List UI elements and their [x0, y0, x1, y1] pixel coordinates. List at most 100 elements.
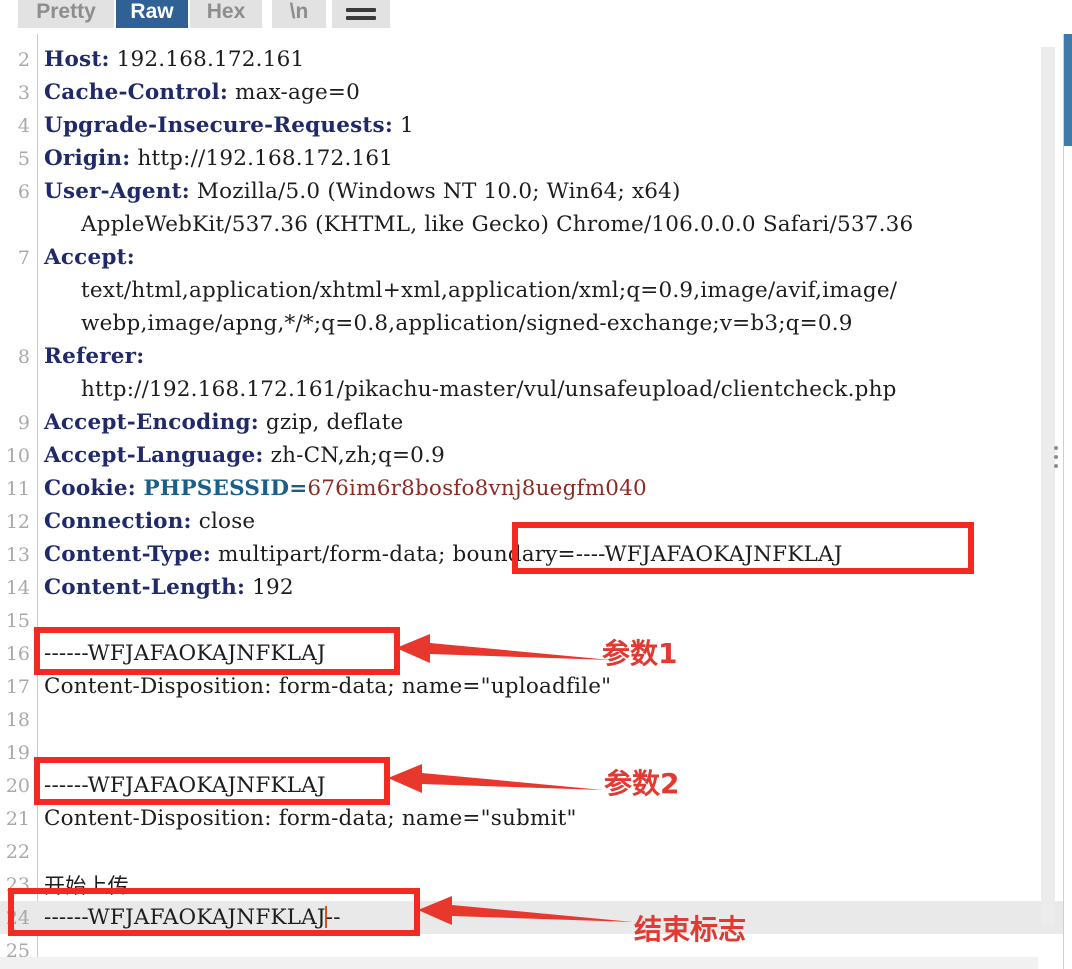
header-name: Accept-Language: — [44, 443, 264, 468]
line-number: 15 — [5, 609, 30, 632]
end-boundary-text: ------WFJAFAOKAJNFKLAJ — [44, 905, 326, 930]
code-line[interactable]: 23 开始上传 — [0, 868, 1072, 901]
header-value: multipart/form-data; boundary=----WFJAFA… — [211, 542, 843, 567]
line-content: User-Agent: Mozilla/5.0 (Windows NT 10.0… — [37, 179, 681, 204]
header-value: 192 — [245, 575, 294, 600]
code-line[interactable]: 10 Accept-Language: zh-CN,zh;q=0.9 — [0, 439, 1072, 472]
line-number: 3 — [17, 81, 30, 104]
header-name: Host: — [44, 47, 110, 72]
code-line[interactable]: 2 Host: 192.168.172.161 — [0, 43, 1072, 76]
line-content: Accept-Encoding: gzip, deflate — [37, 410, 403, 435]
line-content: http://192.168.172.161/pikachu-master/vu… — [81, 377, 897, 402]
line-number: 6 — [17, 180, 30, 203]
line-number: 21 — [5, 807, 30, 830]
line-number: 14 — [5, 576, 30, 599]
line-number: 12 — [5, 510, 30, 533]
line-content: Content-Disposition: form-data; name="su… — [44, 806, 577, 831]
tab-hex[interactable]: Hex — [190, 0, 262, 28]
header-value: http://192.168.172.161 — [130, 146, 394, 171]
line-content: AppleWebKit/537.36 (KHTML, like Gecko) C… — [81, 212, 914, 237]
panel-drag-handle-icon[interactable] — [1053, 446, 1060, 468]
line-number: 10 — [5, 444, 30, 467]
header-name: Upgrade-Insecure-Requests: — [44, 113, 394, 138]
header-value: gzip, deflate — [258, 410, 404, 435]
raw-request-editor[interactable]: 2 Host: 192.168.172.161 3 Cache-Control: ma… — [0, 34, 1072, 969]
header-name: User-Agent: — [44, 179, 190, 204]
code-line[interactable]: 22 — [0, 835, 1072, 868]
header-value: zh-CN,zh;q=0.9 — [263, 443, 445, 468]
code-line[interactable]: 5 Origin: http://192.168.172.161 — [0, 142, 1072, 175]
line-number: 5 — [17, 147, 30, 170]
code-line[interactable]: 21 Content-Disposition: form-data; name="… — [0, 802, 1072, 835]
code-line[interactable]: 24 ------WFJAFAOKAJNFKLAJ-- — [0, 901, 1072, 934]
line-content: Accept-Language: zh-CN,zh;q=0.9 — [37, 443, 445, 468]
line-content: ------WFJAFAOKAJNFKLAJ — [44, 641, 326, 666]
code-line[interactable]: 15 — [0, 604, 1072, 637]
code-line[interactable]: 11 Cookie: PHPSESSID=676im6r8bosfo8vnj8ue… — [0, 472, 1072, 505]
line-number: 7 — [17, 246, 30, 269]
code-line[interactable]: AppleWebKit/537.36 (KHTML, like Gecko) C… — [0, 208, 1072, 241]
header-name: Cookie: — [44, 476, 136, 501]
line-content: Content-Type: multipart/form-data; bound… — [37, 542, 843, 567]
line-number: 22 — [5, 840, 30, 863]
line-content: text/html,application/xhtml+xml,applicat… — [81, 278, 898, 303]
code-line[interactable]: 16 ------WFJAFAOKAJNFKLAJ — [0, 637, 1072, 670]
outer-scrollbar-track[interactable] — [1064, 34, 1072, 969]
line-content: Content-Disposition: form-data; name="up… — [44, 674, 612, 699]
hamburger-menu-icon — [346, 8, 376, 20]
horizontal-scrollbar-thumb[interactable] — [0, 957, 1038, 969]
code-line[interactable]: 17 Content-Disposition: form-data; name="… — [0, 670, 1072, 703]
line-number: 24 — [5, 906, 30, 929]
header-value: close — [191, 509, 256, 534]
line-number: 20 — [5, 774, 30, 797]
code-line[interactable]: 4 Upgrade-Insecure-Requests: 1 — [0, 109, 1072, 142]
tab-raw-label: Raw — [130, 0, 174, 23]
line-content: Content-Length: 192 — [37, 575, 294, 600]
code-line[interactable]: webp,image/apng,*/*;q=0.8,application/si… — [0, 307, 1072, 340]
line-number: 2 — [17, 48, 30, 71]
header-name: Origin: — [44, 146, 131, 171]
line-number: 19 — [5, 741, 30, 764]
cookie-value: 676im6r8bosfo8vnj8uegfm040 — [307, 476, 647, 501]
line-number: 8 — [17, 345, 30, 368]
line-content: Connection: close — [37, 509, 255, 534]
tab-hex-label: Hex — [206, 0, 246, 23]
line-content: Upgrade-Insecure-Requests: 1 — [37, 113, 414, 138]
header-value: max-age=0 — [227, 80, 361, 105]
header-name: Accept-Encoding: — [44, 410, 259, 435]
code-line[interactable]: 18 — [0, 703, 1072, 736]
header-name: Referer: — [44, 344, 145, 369]
code-line[interactable]: 3 Cache-Control: max-age=0 — [0, 76, 1072, 109]
cookie-name: PHPSESSID= — [135, 476, 308, 501]
code-line[interactable]: 6 User-Agent: Mozilla/5.0 (Windows NT 10.… — [0, 175, 1072, 208]
code-line[interactable]: http://192.168.172.161/pikachu-master/vu… — [0, 373, 1072, 406]
outer-scrollbar-thumb[interactable] — [1064, 34, 1072, 146]
header-value: 1 — [393, 113, 414, 138]
tab-raw[interactable]: Raw — [116, 0, 188, 28]
header-name: Connection: — [44, 509, 192, 534]
hamburger-menu-button[interactable] — [332, 0, 390, 28]
line-number: 4 — [17, 114, 30, 137]
editor-scrollbar-track[interactable] — [1041, 47, 1055, 927]
code-line[interactable]: 12 Connection: close — [0, 505, 1072, 538]
header-name: Accept: — [44, 245, 135, 270]
code-line[interactable]: 19 — [0, 736, 1072, 769]
line-content: Cookie: PHPSESSID=676im6r8bosfo8vnj8uegf… — [37, 476, 647, 501]
line-number: 9 — [17, 411, 30, 434]
code-line[interactable]: 7 Accept: — [0, 241, 1072, 274]
code-line[interactable]: 8 Referer: — [0, 340, 1072, 373]
tab-newline-toggle[interactable]: \n — [272, 0, 326, 28]
end-boundary-suffix: -- — [325, 905, 341, 930]
code-line[interactable]: text/html,application/xhtml+xml,applicat… — [0, 274, 1072, 307]
horizontal-scrollbar-area — [0, 957, 1038, 969]
line-number: 13 — [5, 543, 30, 566]
header-value: Mozilla/5.0 (Windows NT 10.0; Win64; x64… — [189, 179, 681, 204]
code-line[interactable]: 9 Accept-Encoding: gzip, deflate — [0, 406, 1072, 439]
code-line[interactable]: 13 Content-Type: multipart/form-data; bou… — [0, 538, 1072, 571]
line-content: Origin: http://192.168.172.161 — [37, 146, 393, 171]
line-content: Referer: — [37, 344, 144, 369]
tab-pretty[interactable]: Pretty — [18, 0, 114, 28]
header-name: Cache-Control: — [44, 80, 228, 105]
code-line[interactable]: 14 Content-Length: 192 — [0, 571, 1072, 604]
code-line[interactable]: 20 ------WFJAFAOKAJNFKLAJ — [0, 769, 1072, 802]
